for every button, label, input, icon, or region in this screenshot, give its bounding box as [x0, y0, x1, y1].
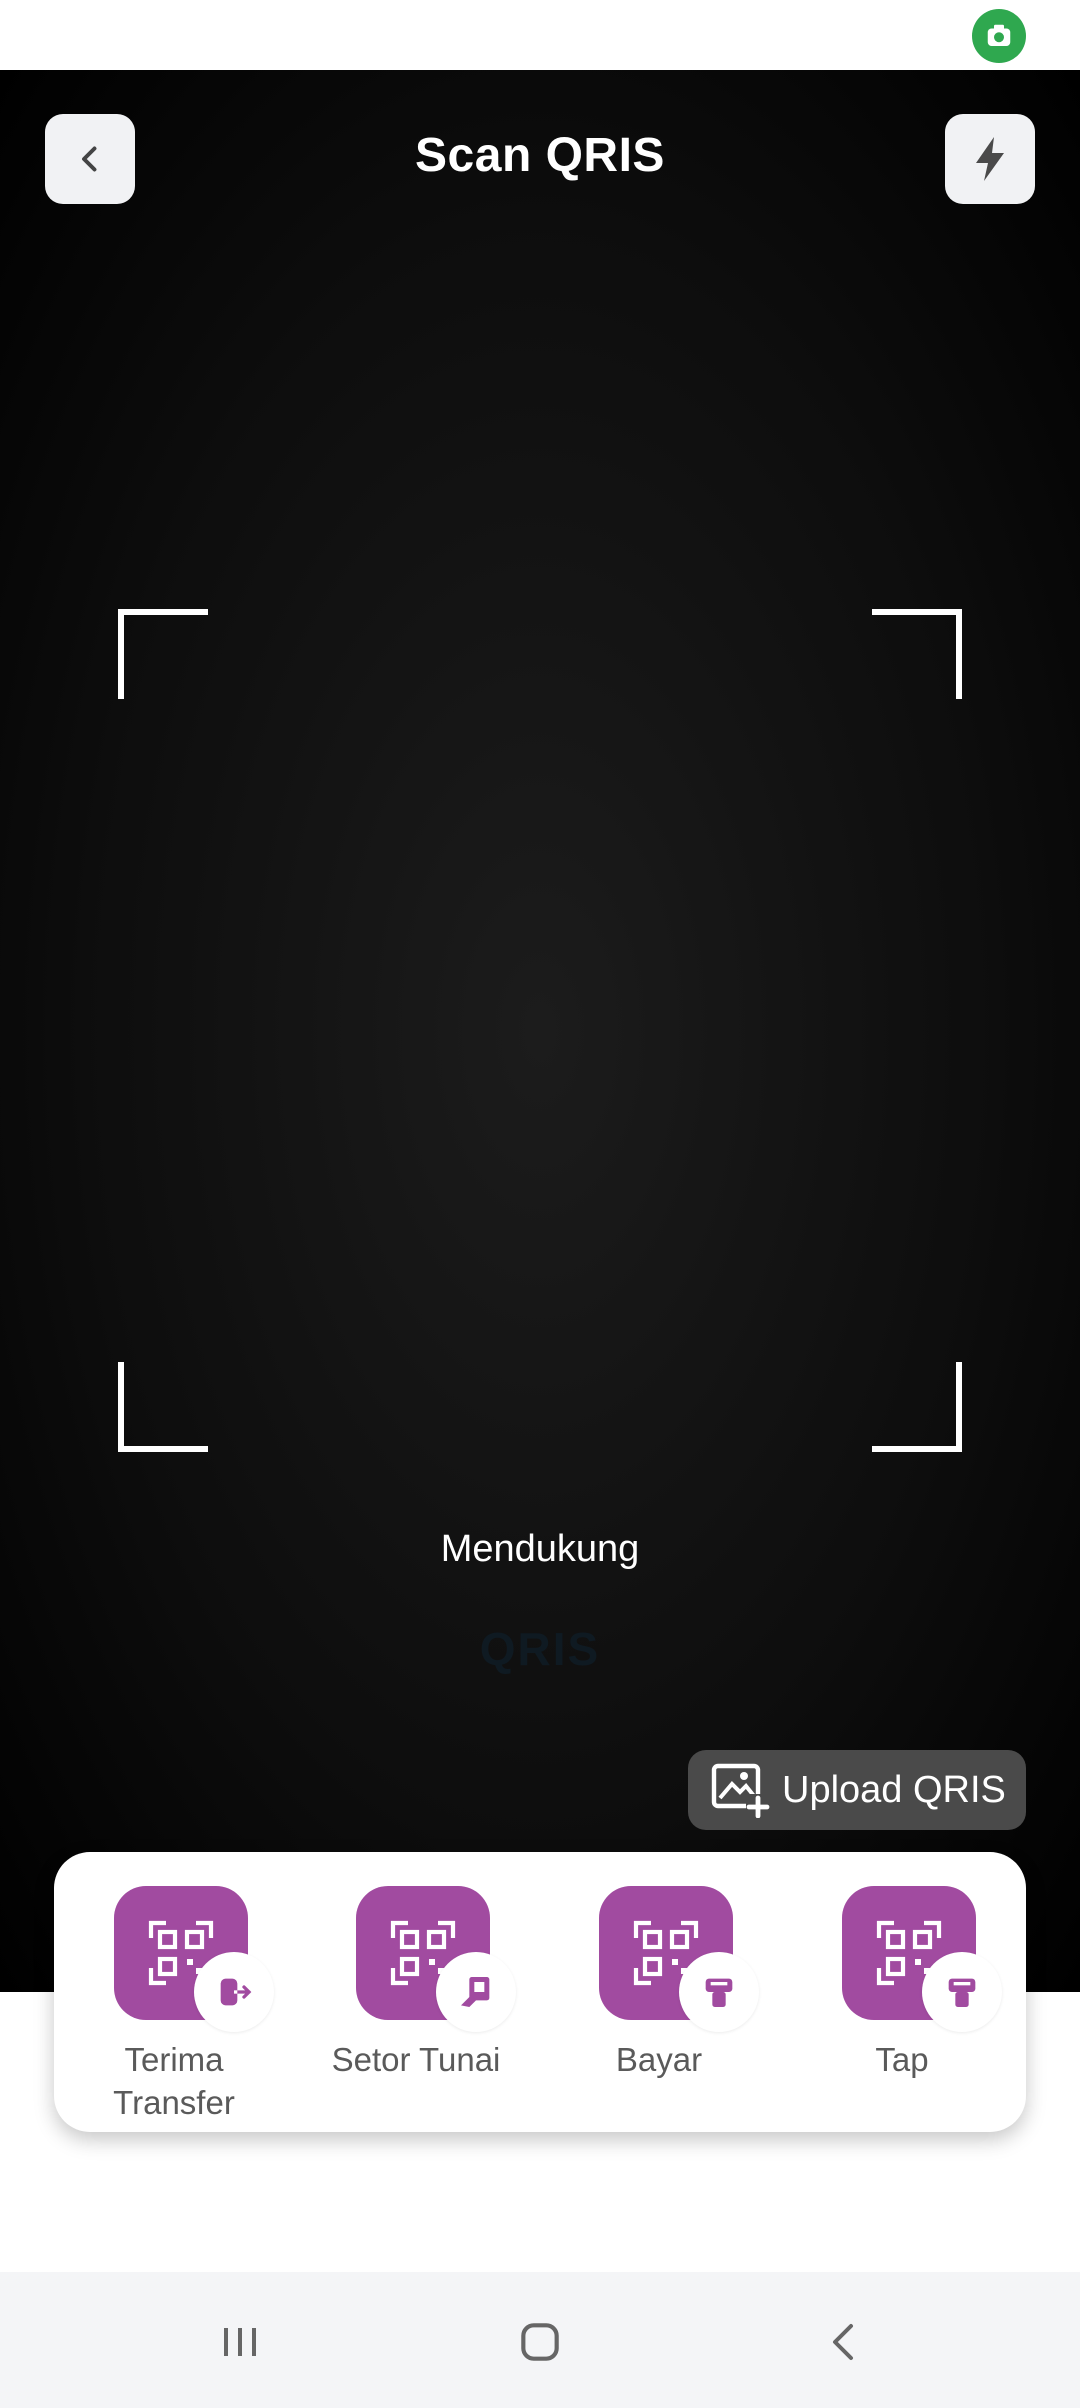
menu-item-label: Terima Transfer: [113, 2041, 235, 2121]
home-button[interactable]: [510, 2312, 570, 2372]
upload-qris-label: Upload QRIS: [782, 1768, 1006, 1811]
tap-terminal-icon: [922, 1952, 1002, 2032]
qris-logo: QRIS: [479, 1623, 601, 1675]
cash-deposit-icon: [436, 1952, 516, 2032]
scan-frame-corner-bottom-left: [118, 1362, 208, 1452]
camera-viewport[interactable]: [0, 70, 1080, 1992]
menu-item-setor-tunai[interactable]: Setor Tunai: [316, 1886, 516, 2126]
menu-item-label: Tap: [875, 2041, 929, 2078]
menu-item-bayar[interactable]: Bayar: [559, 1886, 759, 2126]
scan-frame-corner-top-right: [872, 609, 962, 699]
lightning-icon: [976, 137, 1004, 181]
upload-qris-button[interactable]: Upload QRIS: [688, 1750, 1026, 1830]
menu-item-tap[interactable]: Tap: [802, 1886, 1002, 2126]
recent-apps-button[interactable]: [210, 2312, 270, 2372]
system-back-button[interactable]: [815, 2312, 875, 2372]
camera-in-use-icon: [972, 9, 1026, 63]
flash-button[interactable]: [945, 114, 1035, 204]
back-icon: [833, 2324, 853, 2360]
supports-label: Mendukung: [440, 1528, 640, 1570]
recent-apps-icon: [224, 2328, 256, 2356]
scan-frame-corner-bottom-right: [872, 1362, 962, 1452]
transfer-in-icon: [194, 1952, 274, 2032]
qris-menu-card: Terima Transfer Setor Tunai Bayar Tap: [54, 1852, 1026, 2132]
menu-item-label: Setor Tunai: [331, 2041, 501, 2078]
page-title: Scan QRIS: [415, 129, 665, 182]
menu-item-terima-transfer[interactable]: Terima Transfer: [74, 1886, 274, 2126]
scan-frame-corner-top-left: [118, 609, 208, 699]
status-bar: [0, 0, 1080, 70]
image-add-icon: [711, 1763, 770, 1818]
system-nav-bar: [0, 2272, 1080, 2408]
menu-item-label: Bayar: [615, 2041, 703, 2078]
home-icon: [521, 2323, 559, 2361]
payment-terminal-icon: [679, 1952, 759, 2032]
